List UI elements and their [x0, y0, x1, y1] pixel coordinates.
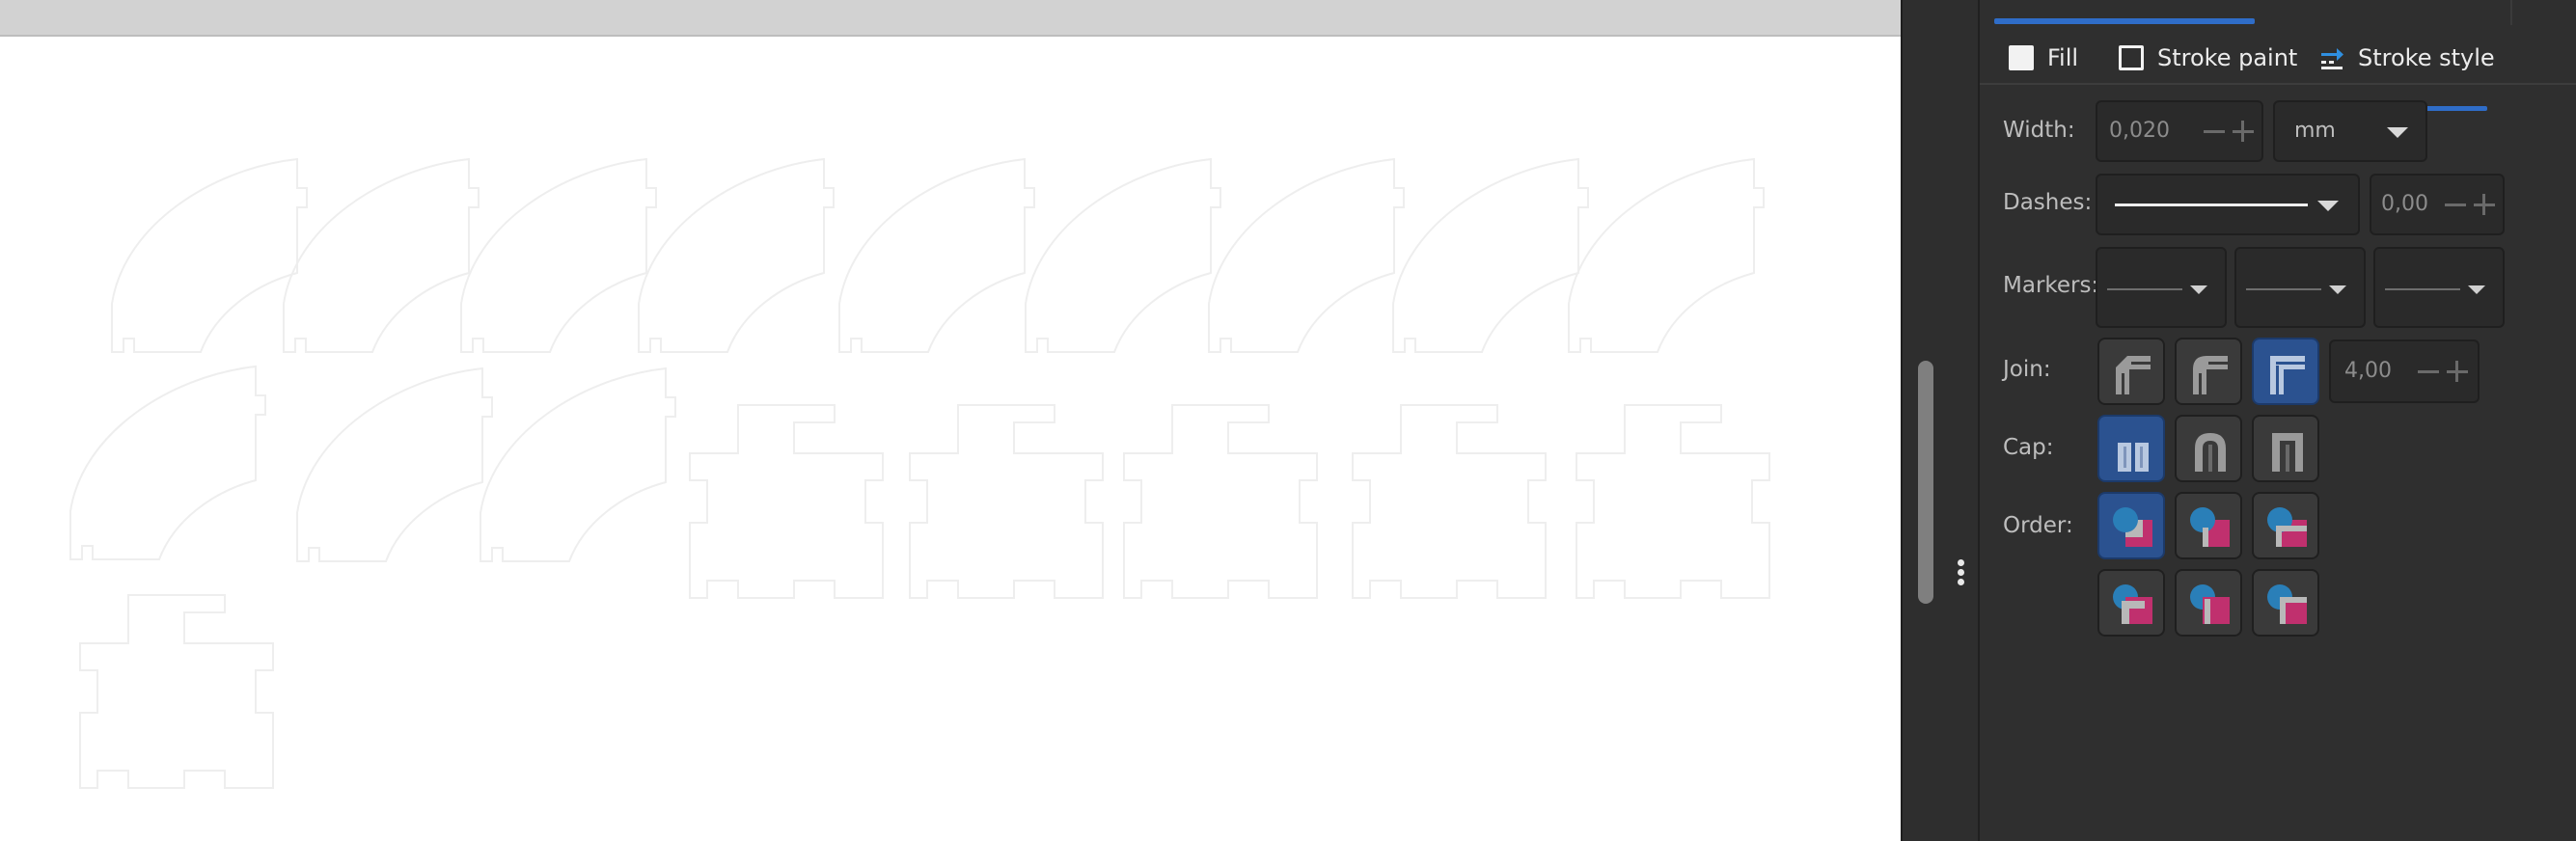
header-separator — [2510, 0, 2512, 25]
order-stroke-fill-markers-button[interactable] — [2175, 492, 2242, 559]
width-value[interactable]: 0,020 — [2109, 119, 2170, 143]
tab-stroke-paint[interactable]: Stroke paint — [2119, 39, 2297, 77]
miter-join-icon — [2270, 356, 2305, 394]
canvas-drawing[interactable] — [0, 39, 1901, 841]
miter-join-button[interactable] — [2252, 338, 2319, 405]
mid-marker-dropdown[interactable] — [2234, 247, 2366, 328]
tab-fill[interactable]: Fill — [2009, 39, 2078, 77]
round-cap-button[interactable] — [2175, 415, 2242, 482]
drawing-canvas[interactable] — [0, 0, 1901, 841]
order-label: Order: — [2003, 513, 2073, 538]
chevron-down-icon — [2190, 285, 2207, 294]
canvas-shapes[interactable] — [69, 158, 1770, 789]
panel-tabs: Fill Stroke paint Stroke style — [1980, 29, 2576, 111]
canvas-scrollbar-thumb[interactable] — [1918, 361, 1933, 604]
chevron-down-icon — [2468, 285, 2485, 294]
start-marker-dropdown[interactable] — [2096, 247, 2227, 328]
chevron-down-icon — [2387, 127, 2408, 138]
fill-stroke-markers-icon — [2113, 507, 2152, 547]
width-unit-value: mm — [2294, 119, 2336, 143]
width-increment-button[interactable] — [2231, 119, 2256, 144]
dash-offset-value[interactable]: 0,00 — [2381, 192, 2428, 216]
miter-limit-decrement-button[interactable] — [2416, 359, 2441, 384]
canvas-top-bar — [0, 0, 1901, 37]
join-label: Join: — [2003, 357, 2051, 382]
dash-pattern-preview — [2115, 203, 2308, 206]
width-decrement-button[interactable] — [2202, 119, 2227, 144]
fill-markers-stroke-icon — [2267, 507, 2307, 547]
order-markers-fill-stroke-button[interactable] — [2097, 569, 2165, 637]
width-spinbox[interactable]: 0,020 — [2096, 100, 2263, 162]
fill-and-stroke-panel: Fill Stroke paint Stroke style Width: 0,… — [1978, 0, 2576, 841]
panel-header — [1980, 0, 2576, 29]
markers-stroke-fill-icon — [2267, 584, 2307, 624]
chevron-down-icon — [2329, 285, 2346, 294]
width-label: Width: — [2003, 118, 2075, 143]
stroke-fill-markers-icon — [2190, 507, 2230, 547]
miter-limit-value[interactable]: 4,00 — [2344, 359, 2392, 383]
stroke-markers-fill-icon — [2190, 584, 2230, 624]
butt-cap-icon — [2118, 443, 2149, 472]
dash-offset-decrement-button[interactable] — [2443, 192, 2468, 217]
butt-cap-button[interactable] — [2097, 415, 2165, 482]
square-cap-icon — [2272, 433, 2303, 472]
tab-stroke-style-label: Stroke style — [2358, 44, 2495, 71]
canvas-scrollbar-track[interactable] — [1901, 0, 1978, 841]
dashes-label: Dashes: — [2003, 190, 2093, 215]
order-fill-markers-stroke-button[interactable] — [2252, 492, 2319, 559]
stroke-paint-swatch-icon — [2119, 45, 2144, 70]
stroke-style-icon — [2321, 48, 2343, 69]
order-fill-stroke-markers-button[interactable] — [2097, 492, 2165, 559]
cap-label: Cap: — [2003, 435, 2054, 460]
panel-resize-grip-icon[interactable] — [1958, 559, 1965, 586]
active-dialog-indicator — [1994, 18, 2255, 24]
marker-preview — [2385, 288, 2460, 290]
bevel-join-icon — [2116, 356, 2151, 394]
dash-offset-spinbox[interactable]: 0,00 — [2370, 174, 2505, 235]
round-join-icon — [2193, 356, 2228, 394]
miter-limit-spinbox[interactable]: 4,00 — [2329, 339, 2480, 403]
square-cap-button[interactable] — [2252, 415, 2319, 482]
chevron-down-icon — [2317, 201, 2339, 211]
marker-preview — [2107, 288, 2182, 290]
order-stroke-markers-fill-button[interactable] — [2175, 569, 2242, 637]
markers-label: Markers: — [2003, 273, 2099, 298]
dash-offset-increment-button[interactable] — [2472, 192, 2497, 217]
round-join-button[interactable] — [2175, 338, 2242, 405]
marker-preview — [2246, 288, 2321, 290]
markers-fill-stroke-icon — [2113, 584, 2152, 624]
tab-fill-label: Fill — [2047, 44, 2079, 71]
end-marker-dropdown[interactable] — [2373, 247, 2505, 328]
bevel-join-button[interactable] — [2097, 338, 2165, 405]
order-markers-stroke-fill-button[interactable] — [2252, 569, 2319, 637]
tab-stroke-paint-label: Stroke paint — [2157, 44, 2298, 71]
fill-swatch-icon — [2009, 45, 2034, 70]
miter-limit-increment-button[interactable] — [2445, 359, 2470, 384]
dash-pattern-dropdown[interactable] — [2096, 174, 2360, 235]
width-unit-dropdown[interactable]: mm — [2273, 100, 2427, 162]
round-cap-icon — [2195, 433, 2226, 472]
tab-stroke-style[interactable]: Stroke style — [2319, 39, 2495, 77]
